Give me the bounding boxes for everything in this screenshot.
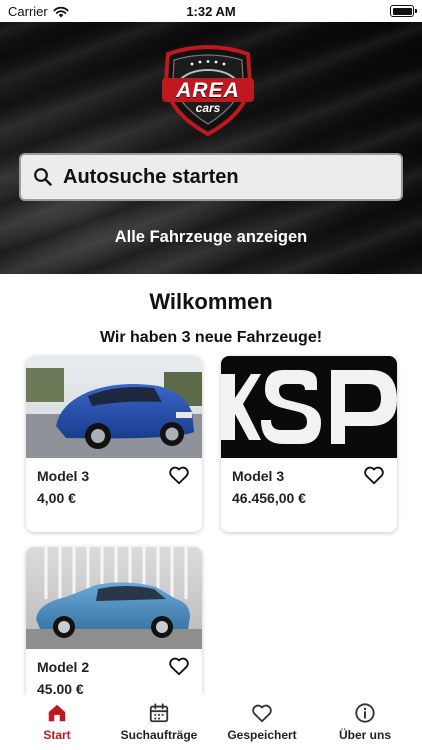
tab-gespeichert[interactable]: Gespeichert [212, 702, 312, 742]
heart-icon [252, 704, 272, 723]
battery-icon [390, 5, 417, 17]
heart-icon[interactable] [168, 655, 190, 677]
home-icon [48, 704, 66, 722]
all-cars-link[interactable]: Alle Fahrzeuge anzeigen [0, 228, 422, 247]
tab-suchauftraege[interactable]: Suchaufträge [109, 702, 209, 742]
search-button[interactable]: Autosuche starten [19, 153, 403, 201]
info-icon [355, 703, 375, 723]
listing-card[interactable]: Model 3 4,00 € [26, 356, 202, 532]
tab-label: Über uns [338, 728, 391, 742]
logo-wordmark: AREA cars [158, 80, 258, 114]
clock: 1:32 AM [186, 4, 236, 19]
tab-ueber-uns[interactable]: Über uns [315, 702, 415, 742]
listing-price: 4,00 € [37, 490, 76, 506]
logo-cars-text: cars [195, 101, 221, 115]
calendar-icon [149, 703, 169, 723]
listing-title: Model 3 [37, 468, 90, 484]
car-photo [26, 547, 202, 649]
listing-title: Model 2 [37, 659, 90, 675]
tab-label: Start [43, 728, 71, 742]
listing-title: Model 3 [232, 468, 285, 484]
car-photo [26, 356, 202, 458]
status-bar: Carrier 1:32 AM [0, 0, 422, 22]
tab-start[interactable]: Start [7, 702, 107, 742]
welcome-subtitle: Wir haben 3 neue Fahrzeuge! [99, 329, 323, 346]
search-icon [34, 168, 52, 186]
hero-banner: AREA cars Autosuche starten Alle Fahrzeu… [0, 22, 422, 274]
heart-icon[interactable] [363, 464, 385, 486]
heart-icon[interactable] [168, 464, 190, 486]
tab-label: Suchaufträge [120, 728, 198, 742]
logo-area-text: AREA [176, 79, 240, 102]
listing-price: 46.456,00 € [232, 490, 306, 506]
welcome-title: Wilkommen [149, 289, 273, 314]
tab-label: Gespeichert [227, 728, 297, 742]
ksp-photo [221, 356, 397, 458]
bottom-nav: Start Suchaufträge Gespeichert Über uns [0, 694, 422, 750]
search-label: Autosuche starten [63, 165, 239, 188]
listing-card[interactable]: Model 3 46.456,00 € [221, 356, 397, 532]
